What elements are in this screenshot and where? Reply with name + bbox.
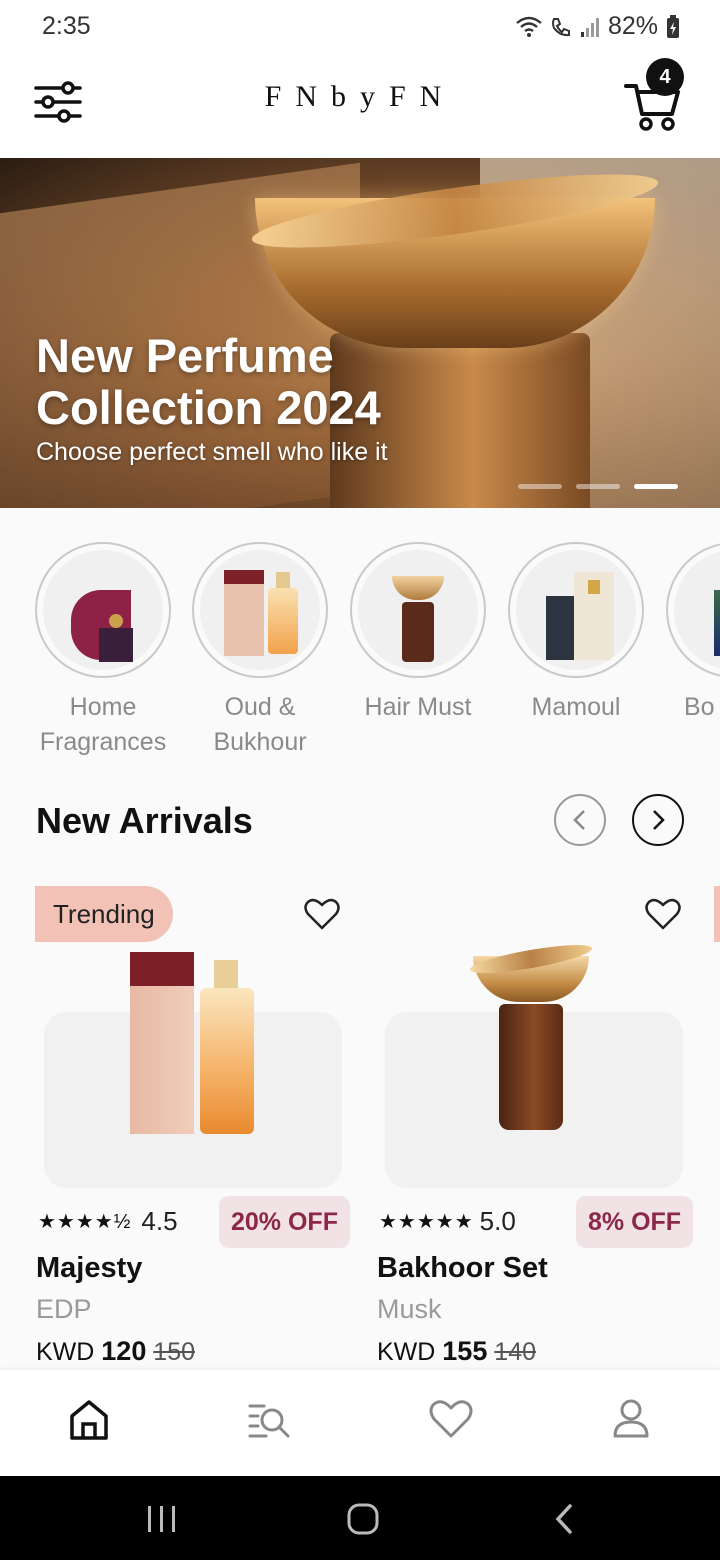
product-image-box-top — [130, 952, 194, 986]
category-hair-must[interactable]: Hair Must — [338, 542, 498, 725]
category-label: Home Fragrances — [39, 693, 167, 756]
home-system-icon[interactable] — [346, 1502, 380, 1536]
next-button[interactable] — [632, 794, 684, 846]
wifi-icon — [516, 16, 542, 37]
heart-icon — [645, 898, 681, 930]
category-oud-bukhour[interactable]: Oud & Bukhour — [180, 542, 340, 760]
banner-title: New Perfume Collection 2024 — [36, 329, 381, 434]
category-label: Hair Must — [364, 693, 472, 721]
nav-profile[interactable] — [606, 1394, 656, 1444]
category-image-frame — [192, 542, 328, 678]
currency: KWD — [36, 1338, 95, 1366]
wishlist-button[interactable] — [643, 894, 683, 934]
hero-banner[interactable]: New Perfume Collection 2024 Choose perfe… — [0, 158, 720, 508]
status-icons: 82% — [516, 12, 680, 41]
app-header: FNbyFN 4 — [0, 54, 720, 158]
home-icon — [70, 1400, 108, 1440]
product-price: KWD 120 150 — [36, 1336, 195, 1367]
prev-button[interactable] — [554, 794, 606, 846]
signal-icon — [580, 17, 599, 37]
carousel-indicator — [518, 484, 678, 489]
current-price: 155 — [442, 1336, 488, 1366]
category-image — [674, 550, 720, 670]
cart-count-badge: 4 — [646, 58, 684, 96]
bottom-navigation — [0, 1370, 720, 1476]
rating-value: 4.5 — [141, 1206, 178, 1236]
currency: KWD — [377, 1338, 436, 1366]
brand-logo[interactable]: FNbyFN — [0, 80, 720, 114]
star-rating-icon: ★★★★★ — [379, 1211, 474, 1233]
category-home-fragrances[interactable]: Home Fragrances — [23, 542, 183, 760]
product-type: Musk — [377, 1294, 442, 1324]
carousel-dot[interactable] — [518, 484, 562, 489]
search-list-icon — [248, 1404, 290, 1438]
old-price: 140 — [494, 1338, 537, 1366]
heart-icon — [304, 898, 340, 930]
heart-icon — [429, 1400, 473, 1438]
category-label: Bo — [684, 693, 715, 721]
category-strip[interactable]: Home Fragrances Oud & Bukhour Hair Must — [0, 508, 720, 768]
category-image — [43, 550, 163, 670]
battery-icon — [667, 14, 679, 38]
product-rating: ★★★★★ 5.0 — [379, 1206, 516, 1237]
category-mamoul[interactable]: Mamoul — [496, 542, 656, 725]
system-navigation-bar — [0, 1476, 720, 1560]
user-icon — [613, 1399, 649, 1438]
product-name[interactable]: Bakhoor Set — [377, 1252, 548, 1285]
banner-subtitle: Choose perfect smell who like it — [36, 438, 388, 466]
category-image-frame — [35, 542, 171, 678]
battery-percent: 82% — [607, 12, 658, 40]
status-bar: 2:35 82% — [0, 0, 720, 54]
carousel-dot-active[interactable] — [634, 484, 678, 489]
discount-badge: 20% OFF — [219, 1196, 350, 1248]
product-name[interactable]: Majesty — [36, 1252, 142, 1285]
category-partial[interactable]: Bo — [654, 542, 720, 725]
category-label: Mamoul — [531, 693, 621, 721]
category-image — [200, 550, 320, 670]
current-price: 120 — [101, 1336, 147, 1366]
next-card-edge — [714, 886, 720, 942]
product-card[interactable]: ★★★★★ 5.0 8% OFF Bakhoor Set Musk KWD 15… — [377, 880, 697, 1370]
chevron-left-icon — [573, 810, 585, 830]
product-price: KWD 155 140 — [377, 1336, 536, 1367]
category-image-frame — [666, 542, 720, 678]
category-image-frame — [350, 542, 486, 678]
carousel-dot[interactable] — [576, 484, 620, 489]
nav-wishlist[interactable] — [426, 1394, 476, 1444]
nav-home[interactable] — [64, 1394, 114, 1444]
status-time: 2:35 — [42, 12, 91, 40]
trending-badge: Trending — [35, 886, 173, 942]
product-image-stand — [499, 1004, 563, 1130]
product-rating: ★★★★½ 4.5 — [38, 1206, 178, 1237]
category-label: Oud & Bukhour — [213, 693, 307, 756]
rating-value: 5.0 — [479, 1206, 516, 1236]
product-image-bottle — [200, 988, 254, 1134]
product-type: EDP — [36, 1294, 92, 1324]
recent-apps-icon[interactable] — [146, 1504, 178, 1534]
product-card[interactable]: Trending ★★★★½ 4.5 20% OFF Majesty EDP K… — [35, 880, 356, 1370]
back-icon[interactable] — [552, 1502, 576, 1536]
category-image — [516, 550, 636, 670]
category-image — [358, 550, 478, 670]
product-image-cap — [214, 960, 238, 990]
call-icon — [551, 17, 570, 36]
star-rating-icon: ★★★★½ — [38, 1211, 132, 1233]
old-price: 150 — [153, 1338, 196, 1366]
discount-badge: 8% OFF — [576, 1196, 694, 1248]
wishlist-button[interactable] — [302, 894, 342, 934]
chevron-right-icon — [653, 810, 665, 830]
section-title-new-arrivals: New Arrivals — [36, 800, 253, 841]
nav-browse[interactable] — [244, 1394, 294, 1444]
category-image-frame — [508, 542, 644, 678]
